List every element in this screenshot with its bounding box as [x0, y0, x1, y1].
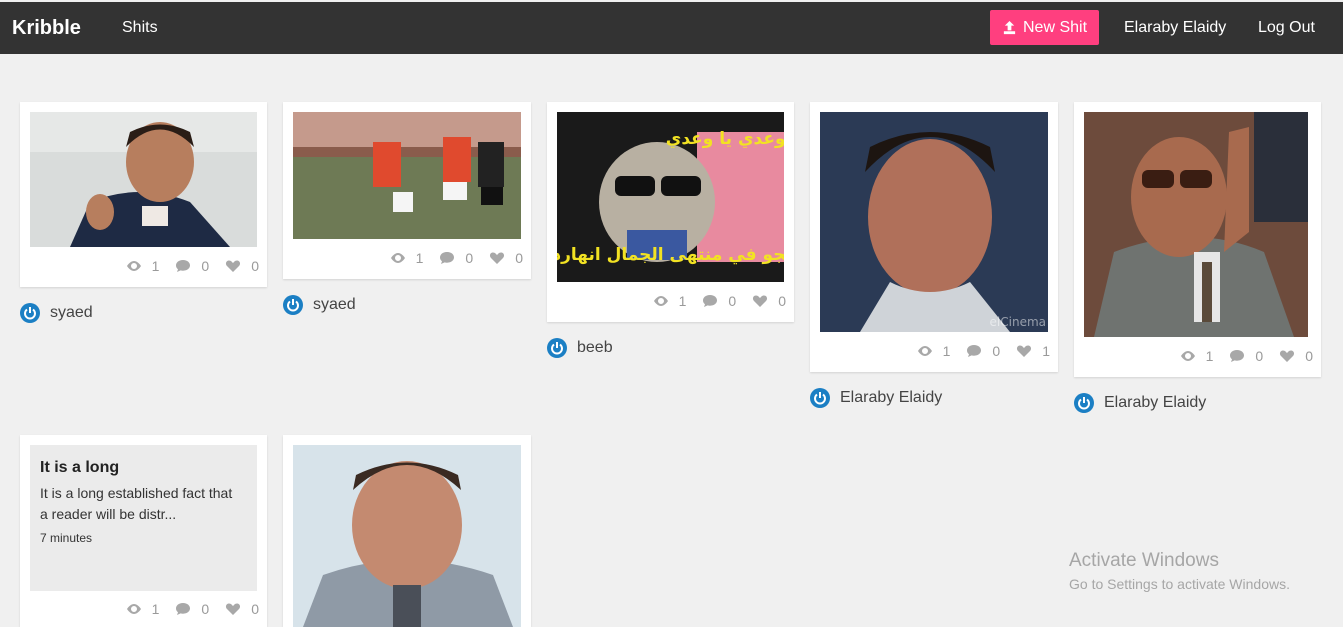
likes-count: 0 — [515, 250, 523, 266]
views-count: 1 — [415, 250, 424, 266]
post-image[interactable] — [293, 112, 521, 239]
author-name[interactable]: Elaraby Elaidy — [840, 389, 942, 407]
heart-icon[interactable] — [1279, 349, 1295, 363]
post-card[interactable]: It is a long It is a long established fa… — [20, 435, 267, 627]
post-stats: 1 0 0 — [126, 258, 259, 274]
comments-count: 0 — [1255, 348, 1264, 364]
activate-windows-subtitle: Go to Settings to activate Windows. — [1069, 576, 1290, 592]
eye-icon — [126, 604, 141, 614]
new-shit-button[interactable]: New Shit — [990, 10, 1099, 45]
heart-icon[interactable] — [225, 602, 241, 616]
post-card[interactable]: 1 0 0 — [283, 102, 531, 279]
eye-icon — [390, 253, 405, 263]
new-shit-label: New Shit — [1022, 18, 1088, 36]
post-title: It is a long — [40, 459, 120, 476]
likes-count: 0 — [251, 601, 259, 617]
comments-count: 0 — [992, 343, 1001, 359]
post-card[interactable]: elCinema 1 0 1 — [810, 102, 1058, 372]
brand-logo[interactable]: Kribble — [12, 17, 81, 40]
comment-icon — [440, 252, 455, 264]
post-card[interactable] — [283, 435, 531, 627]
post-card[interactable]: 1 0 0 — [20, 102, 267, 287]
views-count: 1 — [942, 343, 951, 359]
user-power-icon — [547, 338, 567, 358]
comment-icon — [1230, 350, 1245, 362]
heart-icon[interactable] — [225, 259, 241, 273]
post-image[interactable] — [30, 112, 257, 247]
heart-icon[interactable] — [489, 251, 505, 265]
post-stats: 1 0 0 — [390, 250, 523, 266]
top-navbar: Kribble Shits New Shit Elaraby Elaidy Lo… — [0, 2, 1343, 54]
heart-icon[interactable] — [1016, 344, 1032, 358]
eye-icon — [126, 261, 141, 271]
post-excerpt-line-2: a reader will be distr... — [40, 506, 177, 522]
comments-count: 0 — [201, 601, 210, 617]
meme-text-bottom: الجو في منتهى الجمال انهارده — [557, 245, 784, 265]
author-name[interactable]: beeb — [577, 339, 613, 357]
post-stats: 1 0 0 — [126, 601, 259, 617]
user-power-icon — [283, 295, 303, 315]
meme-text-top: يا وعدي يا وعدي — [666, 129, 784, 149]
post-image[interactable]: يا وعدي يا وعدي الجو في منتهى الجمال انه… — [557, 112, 784, 282]
activate-windows-overlay: Activate Windows Go to Settings to activ… — [1069, 550, 1290, 592]
activate-windows-title: Activate Windows — [1069, 550, 1219, 571]
views-count: 1 — [151, 601, 160, 617]
nav-link-shits[interactable]: Shits — [122, 19, 158, 37]
likes-count: 1 — [1042, 343, 1050, 359]
views-count: 1 — [151, 258, 160, 274]
user-power-icon — [1074, 393, 1094, 413]
nav-logout[interactable]: Log Out — [1258, 19, 1315, 37]
comment-icon — [703, 295, 718, 307]
comments-count: 0 — [465, 250, 474, 266]
upload-icon — [1003, 20, 1016, 35]
heart-icon[interactable] — [752, 294, 768, 308]
post-author[interactable]: syaed — [283, 295, 356, 315]
comments-count: 0 — [201, 258, 210, 274]
comment-icon — [176, 260, 191, 272]
likes-count: 0 — [778, 293, 786, 309]
post-author[interactable]: syaed — [20, 303, 93, 323]
post-excerpt-line-1: It is a long established fact that — [40, 485, 233, 501]
read-time: 7 minutes — [40, 531, 93, 545]
author-name[interactable]: syaed — [50, 304, 93, 322]
comments-count: 0 — [728, 293, 737, 309]
eye-icon — [653, 296, 668, 306]
author-name[interactable]: syaed — [313, 296, 356, 314]
user-power-icon — [810, 388, 830, 408]
author-name[interactable]: Elaraby Elaidy — [1104, 394, 1206, 412]
likes-count: 0 — [1305, 348, 1313, 364]
comment-icon — [176, 603, 191, 615]
post-image[interactable]: elCinema — [820, 112, 1048, 332]
comment-icon — [967, 345, 982, 357]
post-stats: 1 0 1 — [917, 343, 1050, 359]
text-post-preview[interactable]: It is a long It is a long established fa… — [30, 445, 257, 591]
post-author[interactable]: Elaraby Elaidy — [1074, 393, 1206, 413]
post-author[interactable]: beeb — [547, 338, 613, 358]
likes-count: 0 — [251, 258, 259, 274]
views-count: 1 — [678, 293, 687, 309]
eye-icon — [1180, 351, 1195, 361]
eye-icon — [917, 346, 932, 356]
nav-user-name[interactable]: Elaraby Elaidy — [1124, 19, 1226, 37]
user-power-icon — [20, 303, 40, 323]
post-author[interactable]: Elaraby Elaidy — [810, 388, 942, 408]
post-card[interactable]: 1 0 0 — [1074, 102, 1321, 377]
views-count: 1 — [1205, 348, 1214, 364]
post-image[interactable] — [1084, 112, 1308, 337]
post-image[interactable] — [293, 445, 521, 627]
post-stats: 1 0 0 — [653, 293, 786, 309]
post-card[interactable]: يا وعدي يا وعدي الجو في منتهى الجمال انه… — [547, 102, 794, 322]
post-stats: 1 0 0 — [1180, 348, 1313, 364]
image-watermark: elCinema — [990, 315, 1046, 329]
